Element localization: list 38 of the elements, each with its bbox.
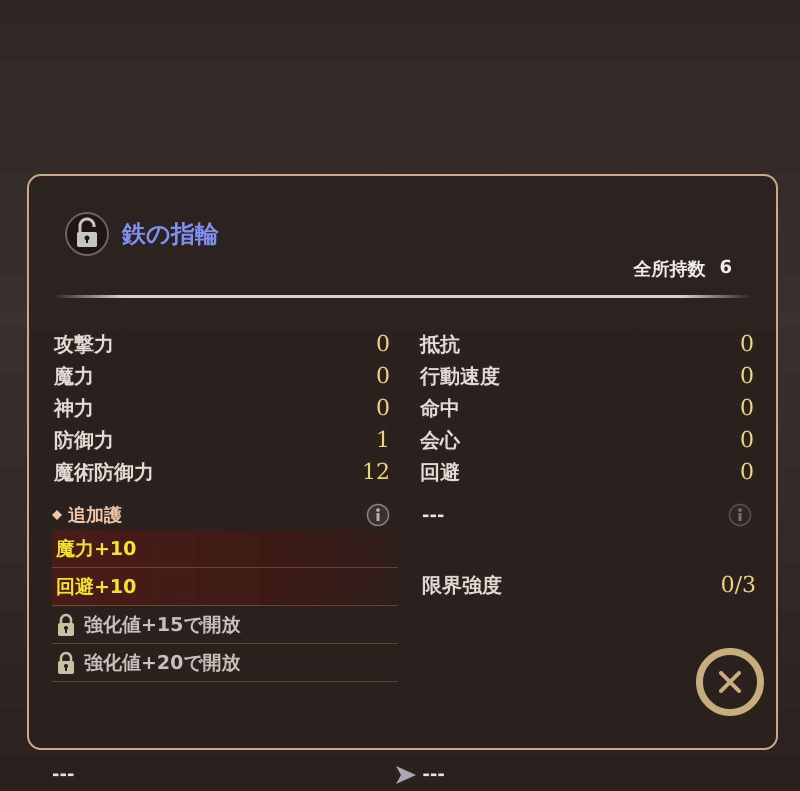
stat-value: 0 (740, 428, 754, 452)
stat-value: 0 (740, 364, 754, 388)
empty-value: --- (422, 504, 444, 526)
stat-value: 0 (740, 396, 754, 420)
stat-label: 回避 (420, 458, 460, 486)
stat-value: 1 (376, 428, 390, 452)
effect-text: 魔力+10 (56, 536, 136, 562)
stat-value: 0 (376, 332, 390, 356)
stat-value: 0 (376, 364, 390, 388)
empty-value: --- (422, 764, 445, 785)
empty-value: --- (52, 764, 74, 785)
info-icon[interactable] (728, 503, 752, 527)
open-padlock-icon[interactable] (64, 211, 110, 257)
stat-value: 0 (740, 332, 754, 356)
stat-label: 行動速度 (420, 362, 500, 390)
section-title: 追加護 (68, 504, 122, 527)
item-name: 鉄の指輪 (122, 219, 219, 250)
stat-label: 攻撃力 (54, 330, 114, 358)
stat-value: 12 (362, 460, 390, 484)
stat-value: 0 (376, 396, 390, 420)
limit-value: 0/3 (720, 573, 756, 598)
diamond-icon (52, 510, 62, 520)
effect-text: 強化値+20で開放 (84, 650, 240, 676)
arrow-icon (396, 766, 416, 784)
stat-label: 魔力 (54, 362, 94, 390)
effect-text: 強化値+15で開放 (84, 612, 240, 638)
stat-label: 会心 (420, 426, 460, 454)
stat-label: 神力 (54, 394, 94, 422)
owned-count-value: 6 (719, 257, 732, 280)
limit-label: 限界強度 (422, 572, 502, 599)
stat-label: 防御力 (54, 426, 114, 454)
effect-text: 回避+10 (56, 574, 136, 600)
stat-label: 命中 (420, 394, 460, 422)
stat-value: 0 (740, 460, 754, 484)
info-icon[interactable] (366, 503, 390, 527)
stat-label: 抵抗 (420, 330, 460, 358)
stat-label: 魔術防御力 (54, 458, 154, 486)
owned-count-label: 全所持数 (633, 258, 706, 281)
